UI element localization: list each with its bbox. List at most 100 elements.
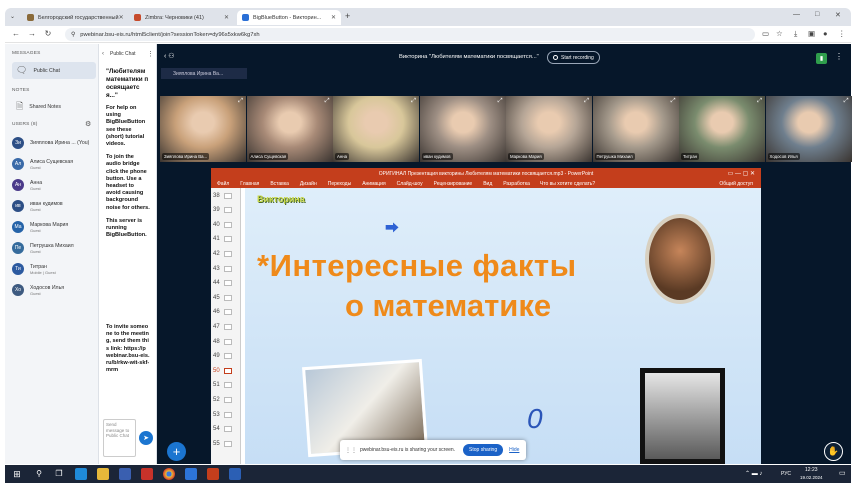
fullscreen-icon[interactable]: ⤢ <box>844 98 849 105</box>
meeting-options-icon[interactable]: ⋮ <box>835 52 843 61</box>
slide-thumbnail[interactable]: 51 <box>213 380 239 391</box>
input-language[interactable]: РУС <box>781 471 791 477</box>
slide-thumbnail[interactable]: 40 <box>213 219 239 230</box>
slide-thumbnail[interactable]: 47 <box>213 321 239 332</box>
users-settings-gear-icon[interactable]: ⚙ <box>85 120 91 128</box>
slide-thumbnail[interactable]: 39 <box>213 205 239 216</box>
slide-thumbnail[interactable]: 50 <box>213 365 239 376</box>
edge-icon[interactable] <box>75 468 87 480</box>
clock-time[interactable]: 12:23 <box>805 467 818 473</box>
slide-thumbnail[interactable]: 46 <box>213 307 239 318</box>
slide-thumbnail[interactable]: 45 <box>213 292 239 303</box>
ribbon-tab[interactable]: Анимация <box>362 181 385 187</box>
shared-notes-item[interactable]: 🗎 Shared Notes <box>12 99 96 115</box>
tab-bigbluebutton[interactable]: BigBlueButton - Викторин... ✕ <box>237 10 341 25</box>
user-list-item[interactable]: Ал Алиса Сущевская Guest <box>12 156 96 172</box>
user-list-item[interactable]: Ти Титран Mobile | Guest <box>12 261 96 277</box>
chat-message-input[interactable]: Send message to Public Chat <box>103 419 136 457</box>
webcam-tile[interactable]: ⤢ Зияплова Ирина Ва... <box>160 96 246 162</box>
extensions-icon[interactable]: ▣ <box>808 29 815 38</box>
chrome-icon[interactable] <box>163 468 175 480</box>
app-red-icon[interactable] <box>141 468 153 480</box>
user-list-item[interactable]: Зи Зияплова Ирина ... (You) <box>12 135 96 151</box>
user-list-item[interactable]: Пе Петрушка Михаил Guest <box>12 240 96 256</box>
slide-thumbnail[interactable]: 44 <box>213 278 239 289</box>
raise-hand-button[interactable]: ✋ <box>824 442 843 461</box>
hide-share-notice-link[interactable]: Hide <box>509 447 519 453</box>
chevron-left-icon[interactable]: ‹ <box>102 51 104 57</box>
send-message-button[interactable]: ➤ <box>139 431 153 445</box>
slide-thumbnail[interactable]: 53 <box>213 409 239 420</box>
fullscreen-icon[interactable]: ⤢ <box>584 98 589 105</box>
slide-thumbnail[interactable]: 52 <box>213 394 239 405</box>
start-recording-button[interactable]: Start recording <box>547 51 600 64</box>
slide-thumbnail[interactable]: 54 <box>213 424 239 435</box>
task-view-icon[interactable]: ❐ <box>53 468 65 480</box>
word-taskbar-icon[interactable] <box>229 468 241 480</box>
connection-status-icon[interactable]: ▮ <box>816 53 827 64</box>
webcam-tile[interactable]: ⤢ иван кудимов <box>419 96 506 162</box>
slide-thumbnail[interactable]: 43 <box>213 263 239 274</box>
slide-thumbnail[interactable]: 42 <box>213 248 239 259</box>
webcam-tile[interactable]: ⤢ Титран <box>679 96 765 162</box>
close-icon[interactable]: ✕ <box>119 14 124 21</box>
close-icon[interactable]: ✕ <box>331 14 336 21</box>
ribbon-tab[interactable]: Главная <box>240 181 259 187</box>
bookmark-star-icon[interactable]: ☆ <box>776 29 783 38</box>
search-icon[interactable]: ⚲ <box>33 468 45 480</box>
site-info-icon[interactable]: ⚲ <box>71 32 75 38</box>
ribbon-tab[interactable]: Дизайн <box>300 181 317 187</box>
user-list-item[interactable]: Ан Анна Guest <box>12 177 96 193</box>
fullscreen-icon[interactable]: ⤢ <box>325 98 330 105</box>
clock-date[interactable]: 19.02.2024 <box>800 475 823 480</box>
address-bar[interactable]: ⚲ pwebinar.bsu-eis.ru/html5client/join?s… <box>65 28 755 41</box>
minimize-icon[interactable]: — <box>793 11 800 18</box>
webcam-tile[interactable]: ⤢ Петрушка Михаил <box>592 96 679 162</box>
back-arrow-icon[interactable]: ← <box>11 29 21 38</box>
slide-thumbnail[interactable]: 38 <box>213 190 239 201</box>
user-list-item[interactable]: Хо Ходосов Илья Guest <box>12 282 96 298</box>
new-tab-icon[interactable]: + <box>345 11 350 21</box>
webcam-tile[interactable]: ⤢ Ходосов Илья <box>765 96 852 162</box>
windows-start-icon[interactable]: ⊞ <box>11 468 23 480</box>
notifications-icon[interactable]: ▭ <box>839 469 846 477</box>
actions-plus-button[interactable]: + <box>167 442 186 461</box>
download-icon[interactable]: ⤓ <box>794 29 797 39</box>
ribbon-tab[interactable]: Переходы <box>328 181 351 187</box>
stop-sharing-button[interactable]: Stop sharing <box>463 444 504 456</box>
forward-arrow-icon[interactable]: → <box>27 29 37 38</box>
close-icon[interactable]: ✕ <box>224 14 229 21</box>
share-grip-icon[interactable]: ⋮⋮ <box>345 447 357 454</box>
powerpoint-taskbar-icon[interactable] <box>207 468 219 480</box>
slide-thumbnail[interactable]: 49 <box>213 351 239 362</box>
user-list-item[interactable]: Ма Маркова Мария Guest <box>12 219 96 235</box>
chat-options-icon[interactable]: ⋮ <box>147 50 154 58</box>
screen-cast-icon[interactable]: ▭ <box>762 29 769 38</box>
fullscreen-icon[interactable]: ⤢ <box>671 98 676 105</box>
ppt-window-controls-icon[interactable]: ▭ — ▢ ✕ <box>728 170 755 177</box>
reload-icon[interactable]: ↻ <box>43 29 53 38</box>
ppt-search-box[interactable]: Что вы хотите сделать? <box>540 181 595 187</box>
profile-icon[interactable]: ● <box>823 29 828 38</box>
user-list-item[interactable]: ив иван кудимов Guest <box>12 198 96 214</box>
tab-zimbra[interactable]: Zimbra: Черновики (41) ✕ <box>129 10 234 25</box>
ribbon-tab[interactable]: Файл <box>217 181 229 187</box>
ribbon-tab[interactable]: Разработка <box>503 181 530 187</box>
file-explorer-icon[interactable] <box>97 468 109 480</box>
fullscreen-icon[interactable]: ⤢ <box>238 98 243 105</box>
ribbon-tab[interactable]: Вставка <box>270 181 289 187</box>
slide-thumbnail[interactable]: 48 <box>213 336 239 347</box>
browser-menu-icon[interactable]: ⋮ <box>838 29 846 38</box>
webcam-tile[interactable]: ⤢ Маркова Мария <box>506 96 592 162</box>
fullscreen-icon[interactable]: ⤢ <box>498 98 503 105</box>
store-icon[interactable] <box>119 468 131 480</box>
app-blue-icon[interactable] <box>185 468 197 480</box>
ppt-share-button[interactable]: Общий доступ <box>719 181 753 187</box>
ribbon-tab[interactable]: Рецензирование <box>434 181 473 187</box>
fullscreen-icon[interactable]: ⤢ <box>411 98 416 105</box>
slide-thumbnail[interactable]: 41 <box>213 234 239 245</box>
window-close-icon[interactable]: ✕ <box>835 11 841 19</box>
ribbon-tab[interactable]: Слайд-шоу <box>397 181 423 187</box>
public-chat-item[interactable]: 🗨 Public Chat <box>12 62 96 79</box>
maximize-icon[interactable]: □ <box>815 11 819 18</box>
